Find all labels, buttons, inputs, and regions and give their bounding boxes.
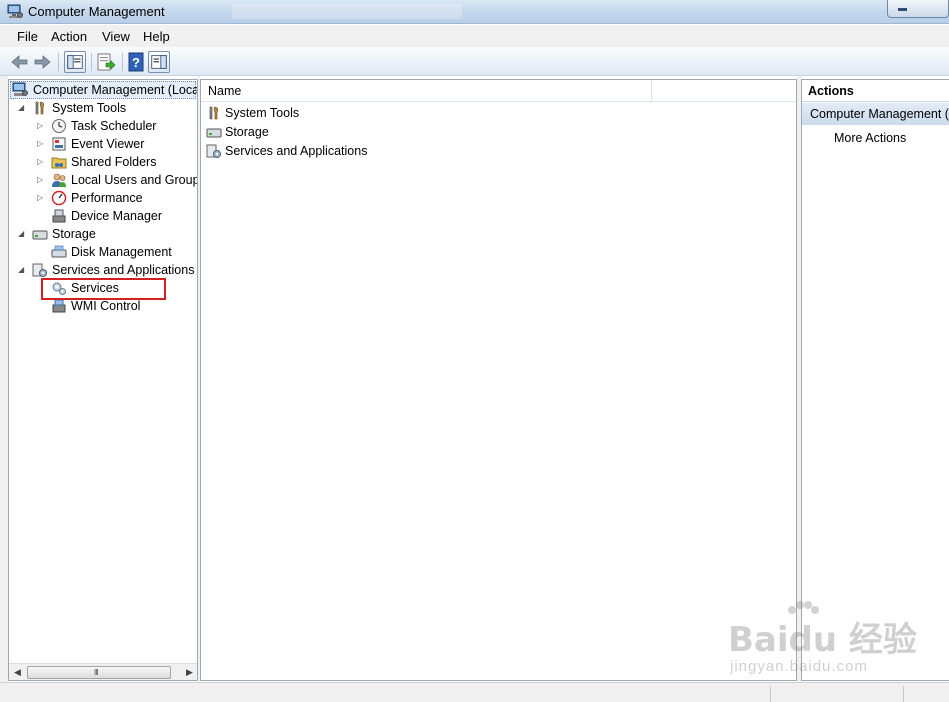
tree-item-shared-folders[interactable]: ▷ Shared Folders bbox=[9, 153, 197, 171]
actions-title: Actions bbox=[808, 84, 854, 98]
services-applications-icon bbox=[206, 144, 221, 158]
tree-item-computer-management[interactable]: Computer Management (Local bbox=[9, 81, 197, 99]
tree-item-label: Computer Management (Local bbox=[33, 83, 198, 97]
wmi-control-icon bbox=[52, 299, 66, 313]
baidu-watermark: Baidu 经验 jingyan.baidu.com bbox=[728, 600, 928, 680]
toolbar-separator bbox=[58, 53, 59, 71]
tree-item-label: Services and Applications bbox=[52, 263, 195, 277]
collapse-arrow-icon[interactable]: ◢ bbox=[18, 104, 24, 112]
toolbar-separator bbox=[122, 53, 123, 71]
device-manager-icon bbox=[52, 209, 66, 223]
minimize-icon bbox=[898, 8, 907, 11]
frame-left bbox=[0, 76, 8, 682]
tree-horizontal-scrollbar[interactable]: ◀ III ▶ bbox=[9, 663, 197, 680]
tree-item-event-viewer[interactable]: ▷ Event Viewer bbox=[9, 135, 197, 153]
back-arrow-icon[interactable] bbox=[9, 51, 31, 73]
collapse-arrow-icon[interactable]: ◢ bbox=[18, 230, 24, 238]
tree-item-disk-management[interactable]: Disk Management bbox=[9, 243, 197, 261]
event-viewer-icon bbox=[52, 137, 66, 151]
performance-gauge-icon bbox=[51, 190, 67, 206]
tree-item-label: System Tools bbox=[52, 101, 127, 115]
list-item-storage[interactable]: Storage bbox=[206, 123, 506, 141]
show-hide-action-pane-icon[interactable] bbox=[148, 51, 170, 73]
console-tree-pane: Computer Management (Local ◢ System Tool… bbox=[8, 79, 198, 681]
tree-item-label: Device Manager bbox=[71, 209, 163, 223]
expand-arrow-icon[interactable]: ▷ bbox=[37, 122, 43, 130]
tree-item-storage[interactable]: ◢ Storage bbox=[9, 225, 197, 243]
collapse-arrow-icon[interactable]: ◢ bbox=[18, 266, 24, 274]
results-pane: Name System Tools Storage Services and A… bbox=[200, 79, 797, 681]
list-item-label: System Tools bbox=[225, 106, 300, 120]
tree-item-label: Local Users and Groups bbox=[71, 173, 198, 187]
tree-item-services-applications[interactable]: ◢ Services and Applications bbox=[9, 261, 197, 279]
actions-section-label: Computer Management (L bbox=[810, 107, 949, 121]
menu-view[interactable]: View bbox=[102, 29, 130, 44]
scrollbar-grip: III bbox=[94, 668, 99, 677]
background-window-ghost bbox=[232, 4, 462, 19]
scroll-left-icon[interactable]: ◀ bbox=[14, 667, 21, 678]
help-icon[interactable]: ? bbox=[126, 51, 148, 73]
users-icon bbox=[52, 173, 66, 187]
svg-text:?: ? bbox=[132, 55, 140, 70]
disk-management-icon bbox=[51, 245, 67, 258]
list-item-label: Services and Applications bbox=[225, 144, 368, 158]
menu-action[interactable]: Action bbox=[51, 29, 87, 44]
tree-item-task-scheduler[interactable]: ▷ Task Scheduler bbox=[9, 117, 197, 135]
column-header-name[interactable]: Name bbox=[208, 84, 241, 98]
tree-item-label: Storage bbox=[52, 227, 96, 241]
show-hide-tree-icon[interactable] bbox=[64, 51, 86, 73]
tree-item-label: Performance bbox=[71, 191, 143, 205]
status-divider bbox=[770, 686, 771, 702]
scrollbar-thumb[interactable]: III bbox=[27, 666, 171, 679]
clock-icon bbox=[52, 119, 66, 133]
list-item-label: Storage bbox=[225, 125, 269, 139]
shared-folder-icon bbox=[51, 157, 67, 169]
toolbar-separator bbox=[91, 53, 92, 71]
menu-help[interactable]: Help bbox=[143, 29, 170, 44]
actions-section-computer-management[interactable]: Computer Management (L bbox=[802, 103, 949, 125]
expand-arrow-icon[interactable]: ▷ bbox=[37, 194, 43, 202]
list-item-services-applications[interactable]: Services and Applications bbox=[206, 142, 506, 160]
system-tools-icon bbox=[35, 101, 44, 115]
status-bar bbox=[0, 682, 949, 702]
toolbar: ? bbox=[0, 47, 949, 76]
expand-arrow-icon[interactable]: ▷ bbox=[37, 176, 43, 184]
menu-bar: File Action View Help bbox=[0, 25, 949, 47]
forward-arrow-icon[interactable] bbox=[31, 51, 53, 73]
storage-drive-icon bbox=[206, 128, 222, 138]
column-divider[interactable] bbox=[651, 80, 652, 102]
status-divider bbox=[903, 686, 904, 702]
tree-item-system-tools[interactable]: ◢ System Tools bbox=[9, 99, 197, 117]
tree-item-label: Shared Folders bbox=[71, 155, 157, 169]
annotation-highlight-box bbox=[41, 278, 166, 300]
title-bar[interactable]: Computer Management bbox=[0, 0, 949, 24]
more-actions-link[interactable]: More Actions bbox=[834, 131, 906, 145]
tree-item-label: Disk Management bbox=[71, 245, 172, 259]
minimize-button[interactable] bbox=[887, 0, 949, 18]
expand-arrow-icon[interactable]: ▷ bbox=[37, 158, 43, 166]
export-list-icon[interactable] bbox=[95, 51, 117, 73]
services-applications-icon bbox=[32, 263, 47, 277]
list-item-system-tools[interactable]: System Tools bbox=[206, 104, 506, 122]
computer-management-icon bbox=[12, 82, 28, 96]
scroll-right-icon[interactable]: ▶ bbox=[186, 667, 193, 678]
actions-header: Actions bbox=[802, 80, 949, 102]
actions-pane: Actions Computer Management (L More Acti… bbox=[801, 79, 949, 681]
expand-arrow-icon[interactable]: ▷ bbox=[37, 140, 43, 148]
window-title: Computer Management bbox=[28, 4, 165, 19]
computer-management-icon bbox=[7, 4, 23, 18]
tree-item-label: Event Viewer bbox=[71, 137, 145, 151]
watermark-url: jingyan.baidu.com bbox=[730, 658, 868, 675]
tree-item-local-users-groups[interactable]: ▷ Local Users and Groups bbox=[9, 171, 197, 189]
system-tools-icon bbox=[209, 106, 218, 120]
tree-item-performance[interactable]: ▷ Performance bbox=[9, 189, 197, 207]
list-column-header: Name bbox=[201, 80, 796, 102]
tree-item-device-manager[interactable]: Device Manager bbox=[9, 207, 197, 225]
storage-drive-icon bbox=[32, 230, 48, 240]
watermark-brand: Baidu 经验 bbox=[728, 620, 917, 660]
tree-item-label: Task Scheduler bbox=[71, 119, 157, 133]
menu-file[interactable]: File bbox=[17, 29, 38, 44]
